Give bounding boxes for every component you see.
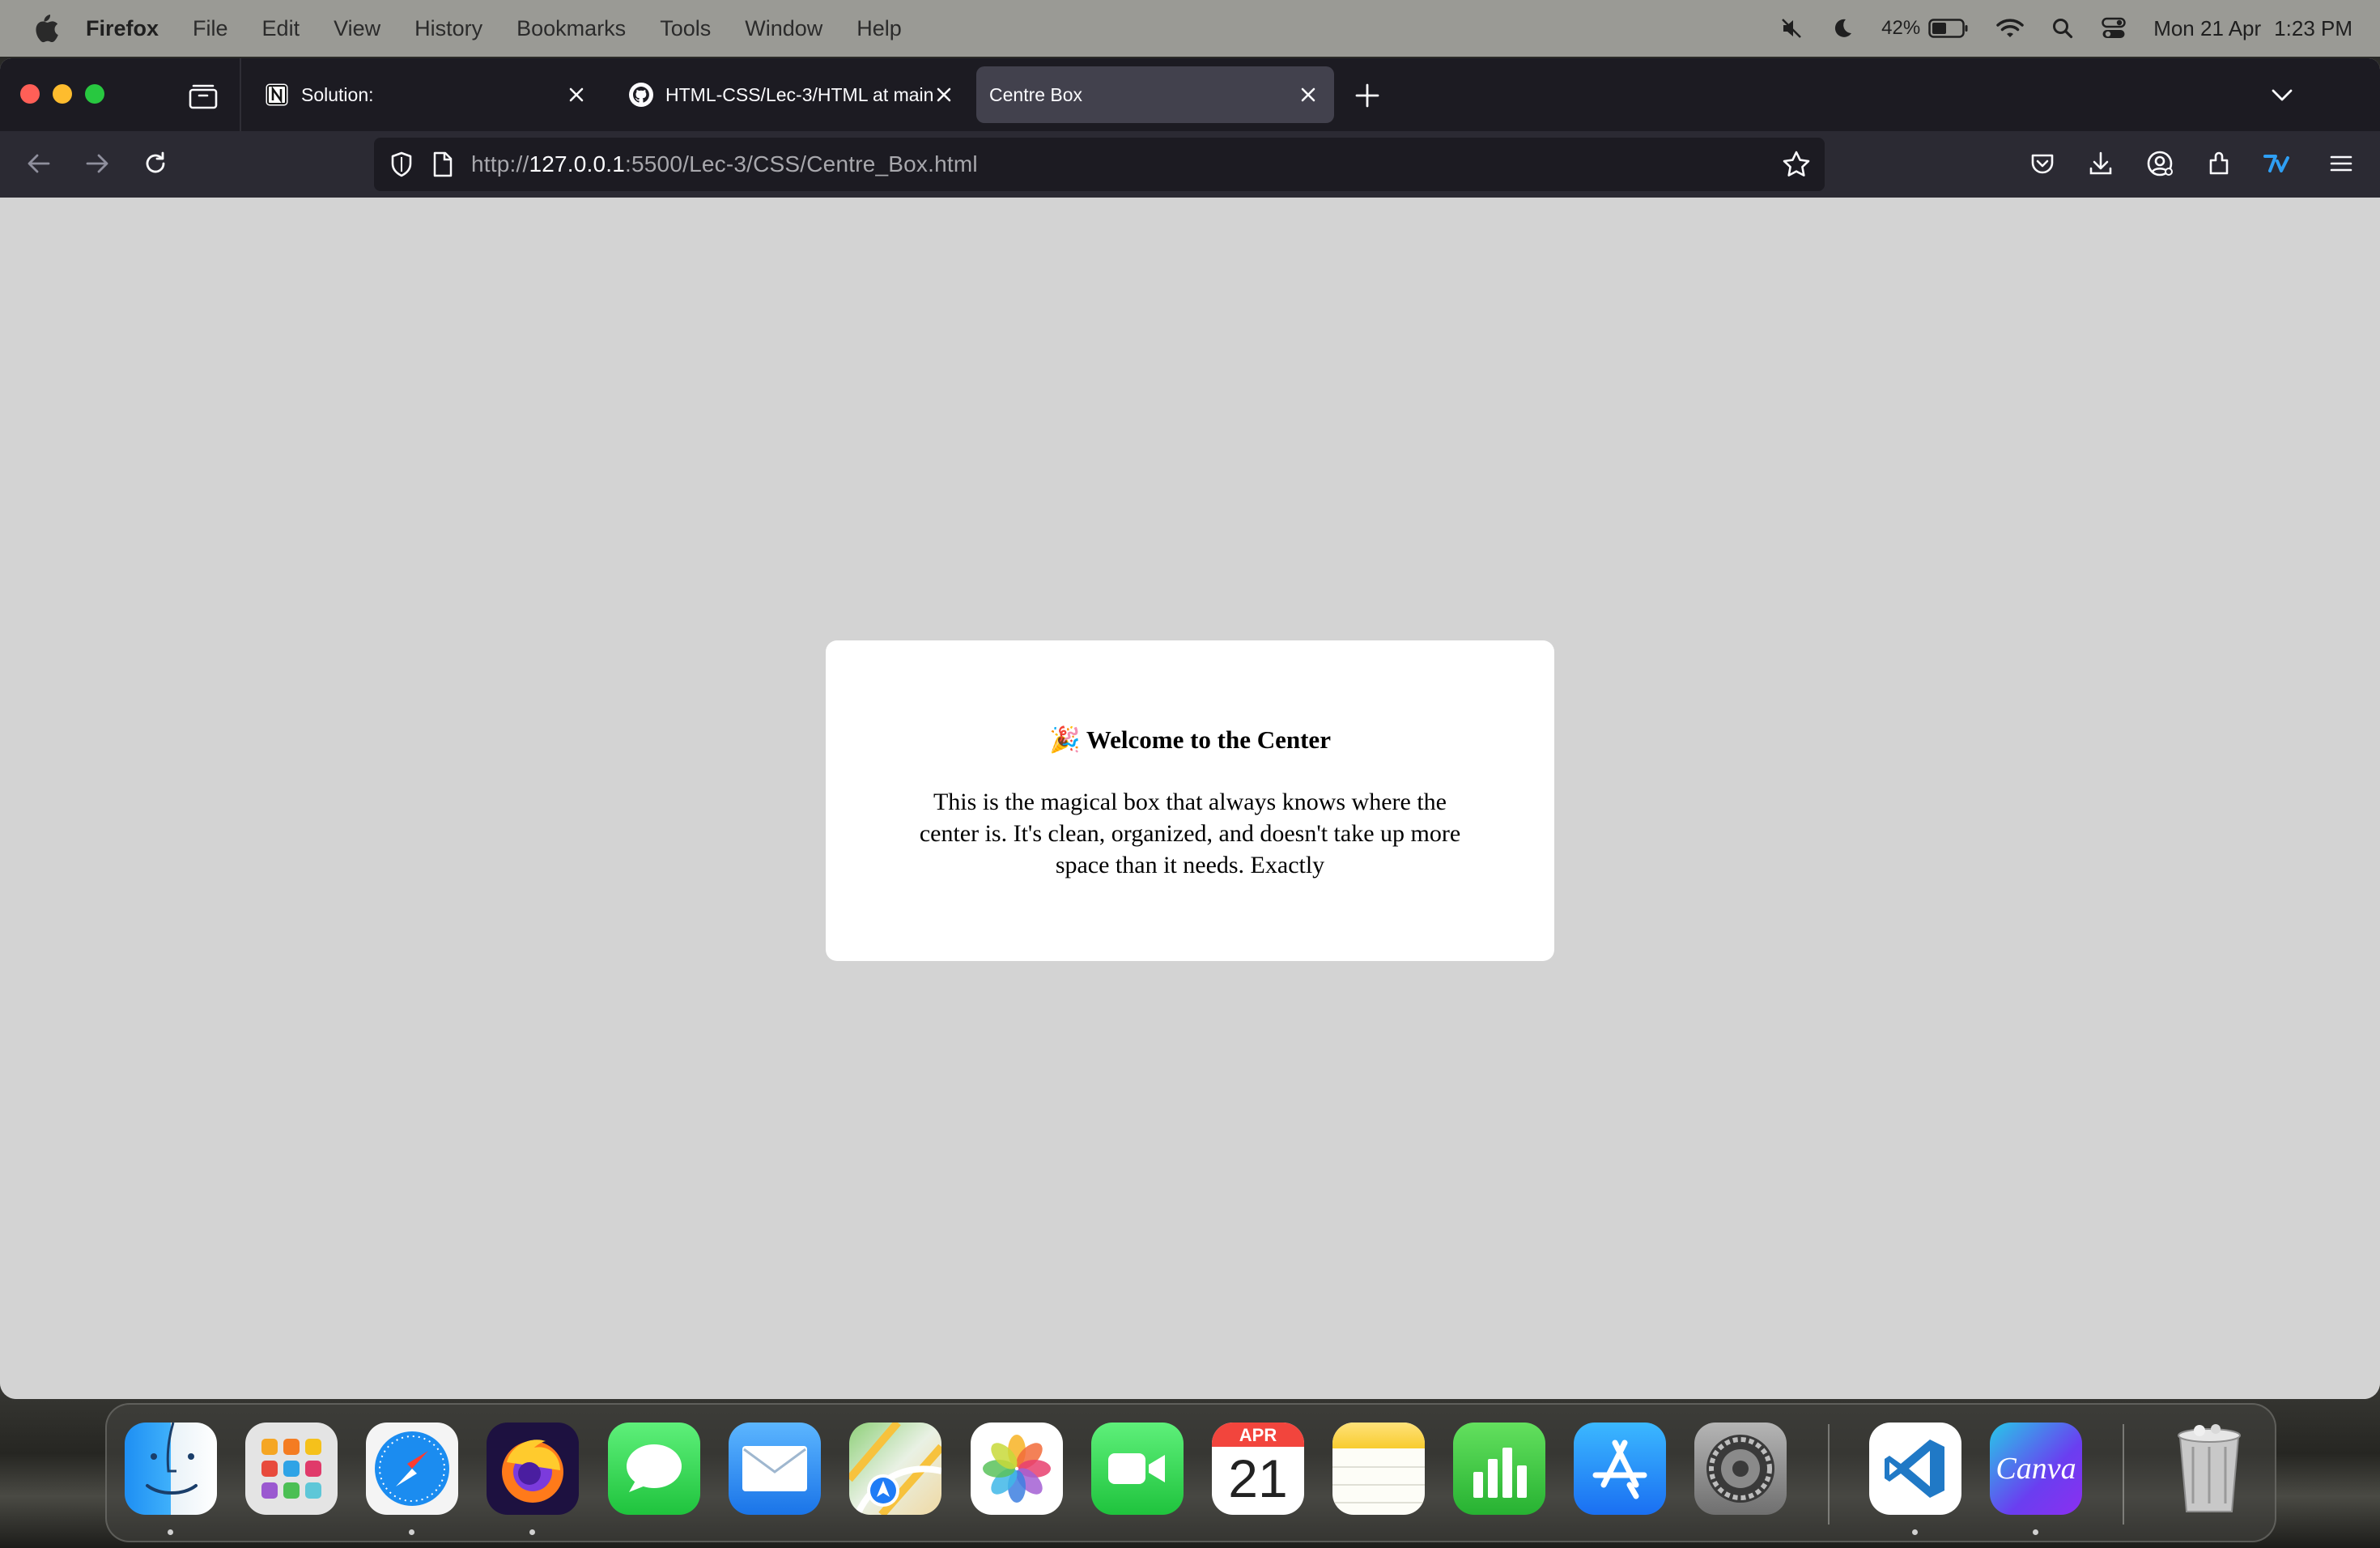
mail-icon[interactable] [729, 1423, 821, 1515]
navigation-toolbar: http://127.0.0.1:5500/Lec-3/CSS/Centre_B… [0, 131, 2380, 198]
arrow-right-icon [86, 154, 108, 173]
extensions-icon[interactable] [2203, 147, 2235, 180]
chevron-down-icon[interactable] [2268, 81, 2296, 108]
close-icon[interactable] [931, 82, 957, 108]
url-path: :5500/Lec-3/CSS/Centre_Box.html [625, 151, 978, 176]
canva-icon[interactable]: Canva [1990, 1423, 2082, 1515]
photos-icon[interactable] [971, 1423, 1063, 1515]
control-center-icon[interactable] [2102, 17, 2126, 40]
pocket-icon[interactable] [2026, 147, 2059, 180]
firefox-icon[interactable] [487, 1423, 579, 1515]
wifi-icon[interactable] [1996, 17, 2024, 40]
menu-file[interactable]: File [193, 16, 228, 41]
dock-divider [1828, 1424, 1830, 1525]
app-store-icon[interactable] [1574, 1423, 1666, 1515]
tab-bar: Solution: HTML-CSS/Lec-3/HTML at main Ce… [0, 58, 2380, 131]
tab-separator [240, 58, 241, 131]
maps-icon[interactable] [849, 1423, 941, 1515]
url-text[interactable]: http://127.0.0.1:5500/Lec-3/CSS/Centre_B… [471, 151, 978, 177]
finder-icon[interactable] [125, 1423, 217, 1515]
calendar-month: APR [1212, 1423, 1304, 1447]
github-icon [628, 82, 654, 108]
menu-app-firefox[interactable]: Firefox [86, 16, 159, 41]
new-tab-icon[interactable] [1354, 82, 1381, 109]
moon-icon[interactable] [1831, 17, 1854, 40]
address-bar[interactable]: http://127.0.0.1:5500/Lec-3/CSS/Centre_B… [374, 138, 1825, 191]
reload-icon [146, 151, 165, 173]
reload-button[interactable] [139, 147, 172, 180]
menu-help[interactable]: Help [856, 16, 902, 41]
dock-divider [2123, 1424, 2124, 1525]
window-close-button[interactable] [20, 84, 40, 104]
menu-edit[interactable]: Edit [262, 16, 300, 41]
canva-label: Canva [1995, 1452, 2076, 1486]
running-indicator [529, 1529, 535, 1535]
arrow-left-icon [28, 154, 50, 173]
menu-view[interactable]: View [334, 16, 380, 41]
url-host: 127.0.0.1 [529, 151, 626, 176]
messages-icon[interactable] [608, 1423, 700, 1515]
box-paragraph: This is the magical box that always know… [919, 789, 1461, 878]
tab-title: Solution: [301, 83, 374, 105]
box-heading: 🎉 Welcome to the Center [1049, 725, 1331, 754]
spotlight-icon[interactable] [2051, 17, 2074, 40]
notes-icon[interactable] [1332, 1423, 1425, 1515]
menubar-time[interactable]: 1:23 PM [2274, 16, 2352, 41]
running-indicator [2033, 1529, 2038, 1535]
battery-percent[interactable]: 42% [1881, 17, 1920, 40]
bookmark-star-icon[interactable] [1781, 149, 1812, 180]
apple-icon[interactable] [31, 12, 60, 45]
firefox-window: Solution: HTML-CSS/Lec-3/HTML at main Ce… [0, 58, 2380, 1399]
running-indicator [409, 1529, 414, 1535]
download-icon[interactable] [2085, 147, 2117, 180]
centre-box: 🎉 Welcome to the Center This is the magi… [826, 640, 1554, 961]
vscode-icon[interactable] [1869, 1423, 1961, 1515]
account-icon[interactable] [2144, 147, 2176, 180]
close-icon[interactable] [1295, 82, 1321, 108]
shield-icon[interactable] [389, 151, 414, 178]
menu-tools[interactable]: Tools [660, 16, 711, 41]
extension-translate-icon[interactable] [2261, 147, 2293, 180]
window-minimize-button[interactable] [53, 84, 72, 104]
tab-centre-box[interactable]: Centre Box [976, 66, 1334, 123]
tab-title: HTML-CSS/Lec-3/HTML at main [665, 83, 934, 105]
menu-bar: Firefox File Edit View History Bookmarks… [0, 0, 2380, 57]
calendar-day: 21 [1228, 1448, 1288, 1508]
tab-title: Centre Box [989, 83, 1083, 105]
url-scheme: http:// [471, 151, 529, 176]
hamburger-menu-icon[interactable] [2325, 147, 2357, 180]
menu-window[interactable]: Window [745, 16, 822, 41]
calendar-icon[interactable]: APR 21 [1212, 1423, 1304, 1515]
safari-icon[interactable] [366, 1423, 458, 1515]
notion-icon [264, 82, 290, 108]
system-settings-icon[interactable] [1694, 1423, 1787, 1515]
mute-icon[interactable] [1779, 16, 1804, 40]
page-content: 🎉 Welcome to the Center This is the magi… [0, 198, 2380, 1399]
back-button[interactable] [23, 147, 55, 180]
close-icon[interactable] [563, 82, 589, 108]
forward-button[interactable] [81, 147, 113, 180]
menu-bookmarks[interactable]: Bookmarks [516, 16, 626, 41]
page-info-icon[interactable] [432, 151, 453, 177]
tab-solution[interactable]: Solution: [246, 66, 602, 123]
menubar-date[interactable]: Mon 21 Apr [2153, 16, 2261, 41]
running-indicator [1912, 1529, 1918, 1535]
dock: APR 21 Canva [105, 1403, 2276, 1542]
running-indicator [168, 1529, 173, 1535]
trash-icon[interactable] [2163, 1423, 2255, 1515]
window-zoom-button[interactable] [85, 84, 104, 104]
launchpad-icon[interactable] [245, 1423, 338, 1515]
tab-github[interactable]: HTML-CSS/Lec-3/HTML at main [610, 66, 967, 123]
facetime-icon[interactable] [1091, 1423, 1184, 1515]
numbers-icon[interactable] [1453, 1423, 1545, 1515]
firefox-view-icon[interactable] [188, 83, 219, 110]
battery-icon[interactable] [1928, 18, 1969, 39]
menu-history[interactable]: History [414, 16, 482, 41]
